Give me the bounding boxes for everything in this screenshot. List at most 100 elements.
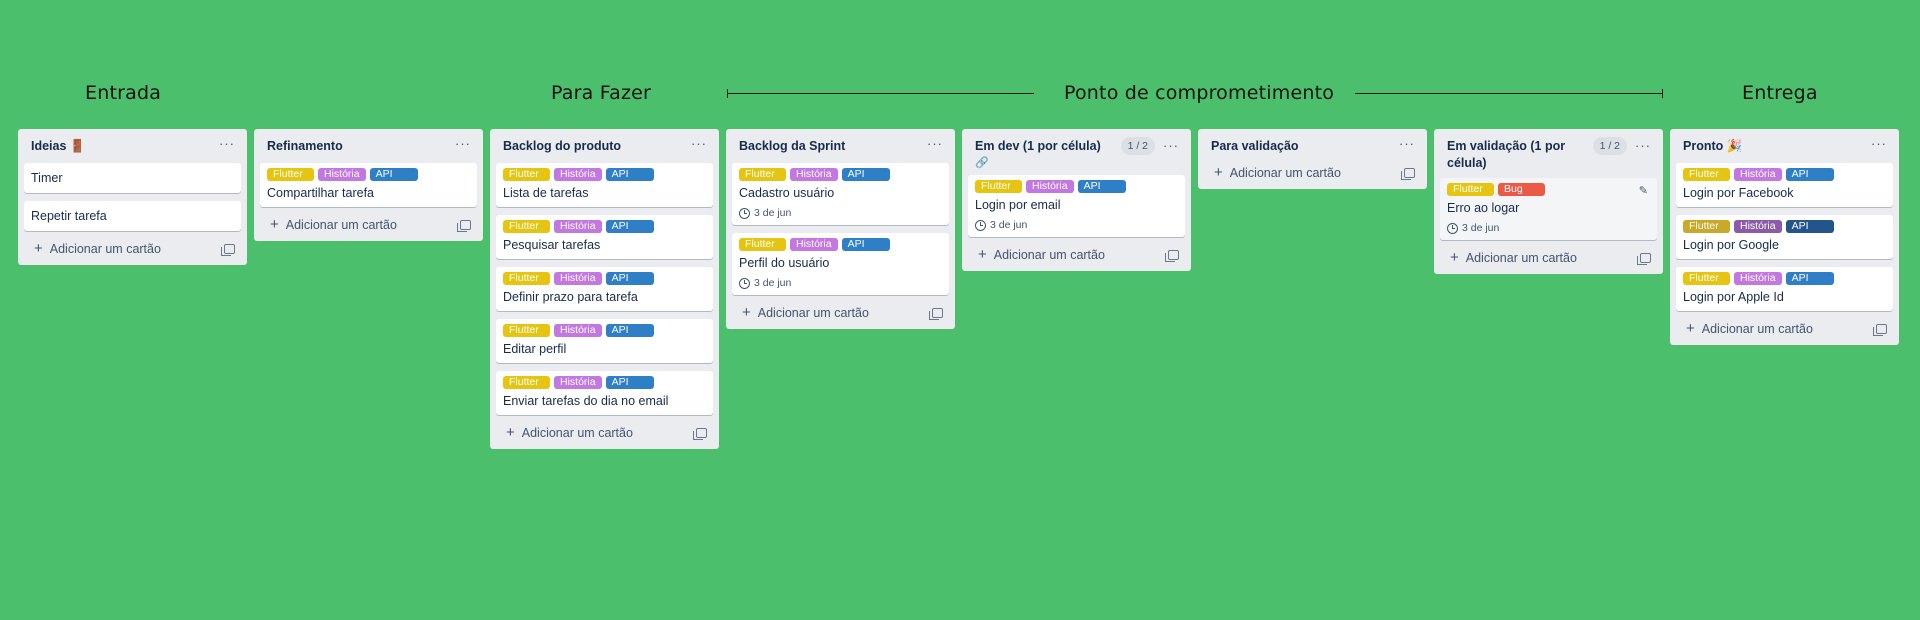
card[interactable]: Flutter História API Lista de tarefas [496,163,713,207]
due-date: 3 de jun [990,219,1028,231]
label-api: API [605,220,654,233]
list-title[interactable]: Pronto 🎉 [1683,137,1742,155]
label-flutter: Flutter [1683,168,1730,181]
label-historia: História [554,376,602,389]
card[interactable]: Repetir tarefa [24,201,241,231]
section-title-ponto: Ponto de comprometimento [1064,82,1335,104]
due-date-badge: 3 de jun [1447,222,1650,234]
card[interactable]: Flutter História API Perfil do usuário 3 d… [732,233,949,295]
plus-icon: + [506,424,515,441]
add-card-button[interactable]: + Adicionar um cartão [24,239,241,258]
label-api: API [605,272,654,285]
list-em-dev: Em dev (1 por célula) 🔗 1 / 2 ··· Flutte… [962,129,1191,271]
label-flutter: Flutter [1683,272,1730,285]
add-card-label: Adicionar um cartão [49,242,161,256]
list-backlog-sprint: Backlog da Sprint ··· Flutter História API… [726,129,955,329]
create-from-template-icon[interactable] [929,308,943,320]
list-menu-icon[interactable]: ··· [1871,137,1887,151]
due-date-badge: 3 de jun [739,277,942,289]
label-historia: História [554,220,602,233]
label-historia: História [790,168,838,181]
create-from-template-icon[interactable] [457,220,471,232]
card[interactable]: Flutter História API Compartilhar tarefa [260,163,477,207]
add-card-label: Adicionar um cartão [1465,251,1577,265]
list-title[interactable]: Refinamento [267,137,343,155]
plus-icon: + [34,240,43,257]
list-menu-icon[interactable]: ··· [1635,139,1651,153]
card[interactable]: Flutter História API Pesquisar tarefas [496,215,713,259]
list-title[interactable]: Ideias 🚪 [31,137,85,155]
list-menu-icon[interactable]: ··· [691,137,707,151]
card-title: Definir prazo para tarefa [503,290,638,304]
list-menu-icon[interactable]: ··· [1399,137,1415,151]
list-header: Para validação ··· [1204,137,1421,157]
label-flutter: Flutter [267,168,314,181]
label-api: API [605,324,654,337]
card-title: Login por Apple Id [1683,290,1784,304]
list-header: Backlog do produto ··· [496,137,713,157]
add-card-label: Adicionar um cartão [1229,166,1341,180]
card-title: Erro ao logar [1447,201,1520,215]
label-api: API [841,238,890,251]
card[interactable]: Timer [24,163,241,193]
plus-icon: + [978,246,987,263]
list-em-validacao: Em validação (1 por célula) 1 / 2 ··· ✎ … [1434,129,1663,274]
due-date-badge: 3 de jun [739,207,942,219]
label-flutter: Flutter [1683,220,1730,233]
label-api: API [605,376,654,389]
list-title[interactable]: Backlog da Sprint [739,137,845,155]
board: Ideias 🚪 ··· Timer Repetir tarefa + Adici… [18,129,1899,449]
add-card-label: Adicionar um cartão [1701,322,1813,336]
label-historia: História [554,324,602,337]
add-card-button[interactable]: + Adicionar um cartão [260,215,477,234]
card[interactable]: Flutter História API Login por Google [1676,215,1893,259]
card[interactable]: Flutter História API Login por email 3 de … [968,175,1185,237]
create-from-template-icon[interactable] [1637,253,1651,265]
list-menu-icon[interactable]: ··· [455,137,471,151]
list-refinamento: Refinamento ··· Flutter História API Compa… [254,129,483,241]
create-from-template-icon[interactable] [1165,250,1179,262]
card-title: Lista de tarefas [503,186,589,200]
card[interactable]: Flutter História API Cadastro usuário 3 de… [732,163,949,225]
section-title-para-fazer: Para Fazer [551,82,652,104]
label-historia: História [318,168,366,181]
add-card-button[interactable]: + Adicionar um cartão [968,245,1185,264]
add-card-button[interactable]: + Adicionar um cartão [1440,248,1657,267]
add-card-button[interactable]: + Adicionar um cartão [1676,319,1893,338]
list-header: Pronto 🎉 ··· [1676,137,1893,157]
list-menu-icon[interactable]: ··· [219,137,235,151]
card[interactable]: Flutter História API Login por Facebook [1676,163,1893,207]
create-from-template-icon[interactable] [221,244,235,256]
wip-limit-badge: 1 / 2 [1592,137,1627,155]
create-from-template-icon[interactable] [693,428,707,440]
clock-icon [975,219,986,231]
list-title[interactable]: Em dev (1 por célula) [975,137,1101,155]
card-title: Repetir tarefa [31,209,107,223]
list-title[interactable]: Backlog do produto [503,137,621,155]
label-historia: História [1734,220,1782,233]
add-card-label: Adicionar um cartão [521,426,633,440]
list-menu-icon[interactable]: ··· [927,137,943,151]
list-title[interactable]: Em validação (1 por célula) [1447,137,1587,172]
create-from-template-icon[interactable] [1873,324,1887,336]
label-api: API [841,168,890,181]
commitment-line-left [727,89,1034,98]
card[interactable]: Flutter História API Login por Apple Id [1676,267,1893,311]
list-title[interactable]: Para validação [1211,137,1299,155]
label-flutter: Flutter [975,180,1022,193]
add-card-button[interactable]: + Adicionar um cartão [496,423,713,442]
card[interactable]: Flutter História API Definir prazo para ta… [496,267,713,311]
section-title-entrada: Entrada [85,82,162,104]
add-card-label: Adicionar um cartão [285,218,397,232]
create-from-template-icon[interactable] [1401,168,1415,180]
add-card-button[interactable]: + Adicionar um cartão [732,303,949,322]
clock-icon [739,277,750,289]
label-historia: História [554,272,602,285]
card[interactable]: ✎ Flutter Bug Erro ao logar 3 de jun [1440,178,1657,240]
edit-pencil-icon[interactable]: ✎ [1639,184,1648,197]
add-card-button[interactable]: + Adicionar um cartão [1204,163,1421,182]
card[interactable]: Flutter História API Editar perfil [496,319,713,363]
card[interactable]: Flutter História API Enviar tarefas do dia… [496,371,713,415]
list-para-validacao: Para validação ··· + Adicionar um cartão [1198,129,1427,189]
list-menu-icon[interactable]: ··· [1163,139,1179,153]
